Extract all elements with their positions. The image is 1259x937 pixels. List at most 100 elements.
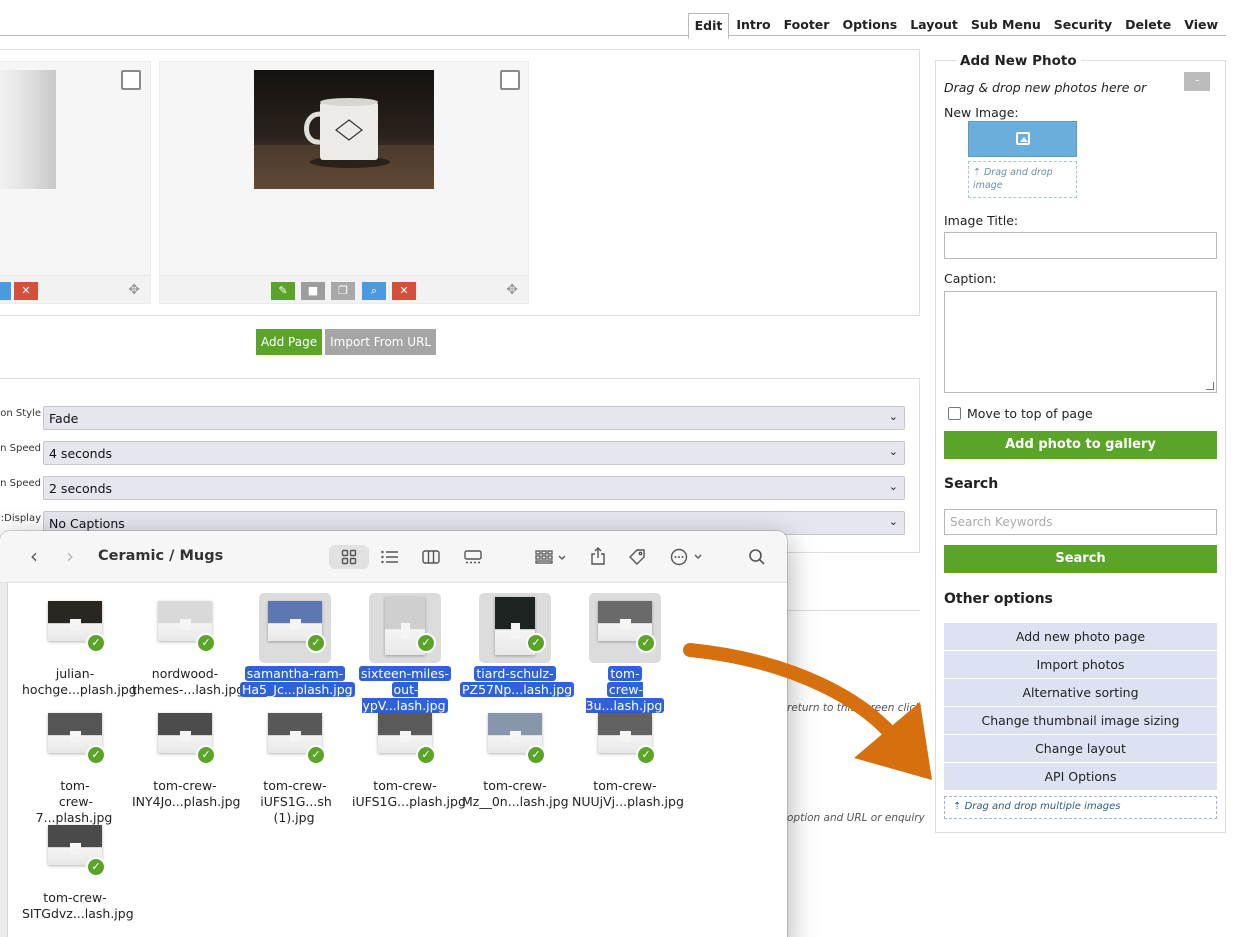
mug-shape: [401, 623, 410, 640]
file-item[interactable]: ✓ tom-crew- Mz__0n...lash.jpg: [460, 705, 570, 810]
file-thumbnail-tile[interactable]: ✓: [259, 593, 331, 663]
tab-intro[interactable]: Intro: [730, 13, 776, 38]
image-drop-zone[interactable]: ⇡ Drag and drop image: [968, 161, 1077, 198]
tab-delete[interactable]: Delete: [1119, 13, 1177, 38]
photo-select-checkbox[interactable]: [500, 70, 520, 90]
tab-sub-menu[interactable]: Sub Menu: [965, 13, 1047, 38]
animation-speed-select[interactable]: 2 seconds ⌄: [43, 476, 905, 500]
photo-card: ✎ ■ ❐ ⌕ ✕ ✥: [159, 61, 529, 304]
file-item[interactable]: ✓ tom-crew-3u...lash.jpg: [570, 593, 680, 714]
file-thumbnail-tile[interactable]: ✓: [479, 705, 551, 775]
option-alternative-sorting[interactable]: Alternative sorting: [944, 679, 1217, 707]
back-icon[interactable]: ‹: [30, 544, 38, 568]
file-thumbnail-tile[interactable]: ✓: [149, 593, 221, 663]
check-badge-icon: ✓: [306, 633, 326, 653]
hide-button[interactable]: ■: [301, 282, 325, 300]
list-view-icon[interactable]: [376, 545, 404, 569]
option-api[interactable]: API Options: [944, 763, 1217, 791]
zoom-button[interactable]: [0, 282, 11, 300]
tab-footer[interactable]: Footer: [778, 13, 836, 38]
file-name: julian-hochge...plash.jpg: [20, 666, 137, 698]
file-thumbnail-tile[interactable]: ✓: [39, 705, 111, 775]
tab-layout[interactable]: Layout: [904, 13, 964, 38]
zoom-button[interactable]: ⌕: [362, 282, 386, 300]
mug-shape: [69, 619, 82, 631]
file-item[interactable]: ✓ samantha-ram- Ha5_Jc...plash.jpg: [240, 593, 355, 698]
new-image-label: New Image:: [944, 105, 1019, 120]
file-name-line: julian-: [55, 666, 95, 681]
add-page-button[interactable]: Add Page: [256, 329, 323, 355]
tag-icon[interactable]: [626, 545, 648, 569]
file-item[interactable]: ✓ tom-crew-iUFS1G...sh (1).jpg: [240, 705, 350, 826]
search-button[interactable]: Search: [944, 545, 1217, 573]
file-name-line: themes-...lash.jpg: [132, 682, 245, 697]
transition-speed-select[interactable]: 4 seconds ⌄: [43, 441, 905, 465]
file-thumbnail-tile[interactable]: ✓: [259, 705, 331, 775]
mug-shape: [509, 731, 522, 743]
tab-view[interactable]: View: [1178, 13, 1224, 38]
icon-view-icon[interactable]: [329, 545, 369, 569]
file-item[interactable]: ✓ tom-crew- NUUjVj...plash.jpg: [570, 705, 684, 810]
file-name: nordwood-themes-...lash.jpg: [130, 666, 244, 698]
file-thumbnail-tile[interactable]: ✓: [149, 705, 221, 775]
group-by-icon[interactable]: [532, 545, 570, 569]
search-input[interactable]: Search Keywords: [944, 509, 1217, 535]
file-name-line: tom-crew-: [263, 778, 327, 793]
move-handle-icon[interactable]: ✥: [506, 282, 518, 298]
check-badge-icon: ✓: [526, 633, 546, 653]
gallery-view-icon[interactable]: [460, 545, 486, 569]
photo-thumbnail[interactable]: [0, 70, 56, 189]
collapse-button[interactable]: –: [1184, 72, 1210, 91]
resize-handle-icon[interactable]: [1206, 382, 1214, 390]
search-icon[interactable]: [746, 545, 768, 569]
file-name-line: NUUjVj...plash.jpg: [572, 794, 684, 809]
delete-button[interactable]: ✕: [14, 282, 38, 300]
image-title-input[interactable]: [944, 232, 1217, 259]
file-thumbnail-tile[interactable]: ✓: [369, 593, 441, 663]
file-item[interactable]: ✓ tom-crew-7...plash.jpg: [20, 705, 130, 826]
more-actions-icon[interactable]: [668, 545, 706, 569]
multi-drop-label: Drag and drop multiple images: [964, 801, 1121, 812]
column-view-icon[interactable]: [418, 545, 444, 569]
file-item[interactable]: ✓ tom-crew-iUFS1G...plash.jpg: [350, 705, 466, 810]
file-item[interactable]: ✓ tiard-schulz- PZ57Np...lash.jpg: [460, 593, 575, 698]
file-item[interactable]: ✓ sixteen-miles-out-ypV...lash.jpg: [350, 593, 460, 714]
copy-button[interactable]: ❐: [331, 282, 355, 300]
file-thumbnail-tile[interactable]: ✓: [479, 593, 551, 663]
option-thumbnail-sizing[interactable]: Change thumbnail image sizing: [944, 707, 1217, 735]
file-item[interactable]: ✓ julian-hochge...plash.jpg: [20, 593, 137, 698]
share-icon[interactable]: [588, 545, 608, 569]
forward-icon[interactable]: ›: [66, 544, 74, 568]
edit-button[interactable]: ✎: [271, 282, 295, 300]
tab-security[interactable]: Security: [1048, 13, 1118, 38]
file-name-line: PZ57Np...lash.jpg: [460, 682, 575, 697]
delete-button[interactable]: ✕: [392, 282, 416, 300]
file-item[interactable]: ✓ nordwood-themes-...lash.jpg: [130, 593, 244, 698]
upload-image-button[interactable]: [968, 121, 1077, 157]
finder-sidebar[interactable]: [0, 583, 8, 937]
caption-textarea[interactable]: [944, 291, 1217, 393]
move-handle-icon[interactable]: ✥: [128, 282, 140, 298]
file-thumbnail-tile[interactable]: ✓: [369, 705, 441, 775]
check-badge-icon: ✓: [86, 857, 106, 877]
multi-image-drop-zone[interactable]: ⇡ Drag and drop multiple images: [944, 796, 1217, 819]
photo-select-checkbox[interactable]: [121, 70, 141, 90]
option-add-photo-page[interactable]: Add new photo page: [944, 623, 1217, 651]
file-item[interactable]: ✓ tom-crew- INY4Jo...plash.jpg: [130, 705, 240, 810]
import-url-button[interactable]: Import From URL: [325, 329, 437, 355]
photo-thumbnail[interactable]: [254, 70, 434, 189]
move-top-checkbox[interactable]: [948, 407, 961, 420]
check-badge-icon: ✓: [416, 633, 436, 653]
transition-style-select[interactable]: Fade ⌄: [43, 406, 905, 430]
option-import-photos[interactable]: Import photos: [944, 651, 1217, 679]
file-thumbnail-tile[interactable]: ✓: [589, 593, 661, 663]
add-photo-button[interactable]: Add photo to gallery: [944, 431, 1217, 459]
file-thumbnail-tile[interactable]: ✓: [39, 817, 111, 887]
tab-edit[interactable]: Edit: [687, 13, 730, 39]
option-change-layout[interactable]: Change layout: [944, 735, 1217, 763]
file-thumbnail-tile[interactable]: ✓: [589, 705, 661, 775]
file-item[interactable]: ✓ tom-crew- SITGdvz...lash.jpg: [20, 817, 134, 922]
check-badge-icon: ✓: [526, 745, 546, 765]
tab-options[interactable]: Options: [836, 13, 903, 38]
file-thumbnail-tile[interactable]: ✓: [39, 593, 111, 663]
